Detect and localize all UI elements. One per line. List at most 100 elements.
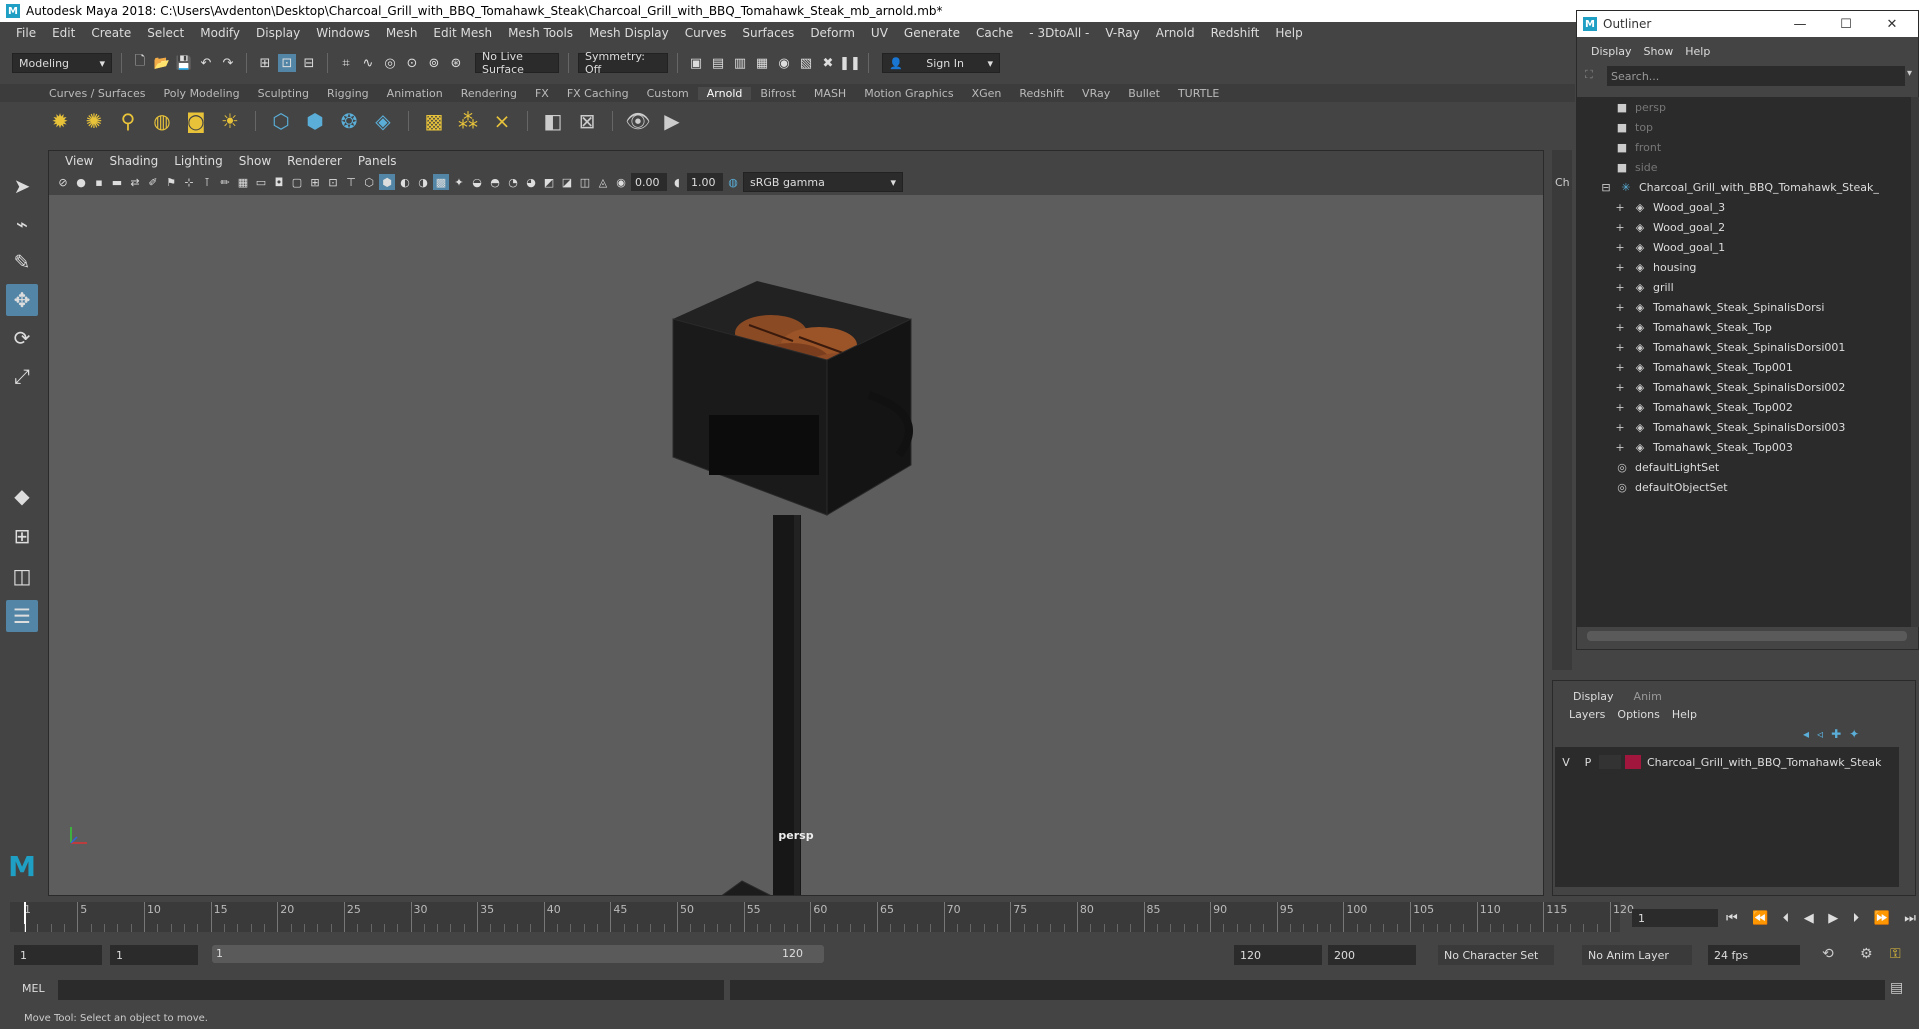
hypershade-icon[interactable]: ◉ [775,54,793,72]
shelf-tab-fx-caching[interactable]: FX Caching [558,87,638,100]
default-material-icon[interactable]: ◐ [397,174,413,190]
menu-edit[interactable]: Edit [44,26,83,40]
wireframe-icon[interactable]: ⬡ [361,174,377,190]
menu-3dtoall[interactable]: - 3DtoAll - [1021,26,1097,40]
menu-file[interactable]: File [8,26,44,40]
expand-icon[interactable]: + [1613,421,1627,434]
paint-select-tool-icon[interactable]: ✎ [6,246,38,278]
outliner-layout-icon[interactable]: ☰ [6,600,38,632]
step-forward-frame-icon[interactable]: ⏩ [1874,911,1890,926]
outliner-vertical-scrollbar[interactable] [1911,97,1919,627]
scene-end-field[interactable]: 200 [1328,945,1416,965]
outliner-item[interactable]: + ◈ Wood_goal_2 [1613,217,1725,237]
outliner-item[interactable]: + ◈ Wood_goal_3 [1613,197,1725,217]
mode-dropdown[interactable]: Modeling ▾ [12,53,112,73]
scale-tool-icon[interactable]: ⤢ [6,360,38,392]
outliner-camera-front[interactable]: ■ front [1615,137,1661,157]
pencil-icon[interactable]: ✏ [217,174,233,190]
layer-menu-layers[interactable]: Layers [1563,708,1611,721]
mel-label[interactable]: MEL [22,982,45,995]
playback-start-field[interactable]: 1 [110,945,198,965]
gamma-field[interactable]: 1.00 [687,173,723,191]
standin-icon[interactable]: ⬡ [267,107,295,135]
layer-menu-help[interactable]: Help [1666,708,1703,721]
select-hierarchy-icon[interactable]: ⊞ [256,54,274,72]
exposure-icon[interactable]: ◉ [613,174,629,190]
menu-deform[interactable]: Deform [802,26,863,40]
color-space-dropdown[interactable]: sRGB gamma ▾ [743,172,903,192]
expand-icon[interactable]: + [1613,321,1627,334]
mel-command-input[interactable] [58,980,724,1000]
outliner-menu-display[interactable]: Display [1585,45,1638,58]
play-backward-icon[interactable]: ◀ [1804,911,1814,926]
snap-curve-icon[interactable]: ∿ [359,54,377,72]
new-layer-selected-icon[interactable]: ✦ [1849,727,1859,741]
maximize-icon[interactable]: ☐ [1823,11,1869,37]
range-slider[interactable]: 1 120 [212,945,824,963]
expand-icon[interactable]: + [1613,341,1627,354]
loop-icon[interactable]: ⟲ [1822,946,1834,962]
animation-preferences-icon[interactable]: ⚙ [1860,946,1873,962]
outliner-item[interactable]: + ◈ Tomahawk_Steak_SpinalisDorsi [1613,297,1824,317]
snap-surface-icon[interactable]: ⊚ [425,54,443,72]
render-view-icon[interactable]: ▣ [687,54,705,72]
color-management-icon[interactable]: ◍ [725,174,741,190]
snap-point-icon[interactable]: ◎ [381,54,399,72]
single-view-icon[interactable]: ◆ [6,480,38,512]
layer-tab-display[interactable]: Display [1563,690,1624,703]
auto-key-icon[interactable]: ⚿ [1890,946,1901,962]
viewport-menu-panels[interactable]: Panels [350,154,405,168]
shelf-tab-sculpting[interactable]: Sculpting [249,87,318,100]
shelf-tab-rendering[interactable]: Rendering [452,87,526,100]
gamma-icon[interactable]: ◖ [669,174,685,190]
save-scene-icon[interactable]: 💾 [175,54,193,72]
mesh-light-icon[interactable]: ✺ [80,107,108,135]
3d-viewport[interactable] [49,195,1543,966]
expand-icon[interactable]: + [1613,221,1627,234]
outliner-item[interactable]: + ◈ grill [1613,277,1673,297]
expand-icon[interactable]: + [1613,381,1627,394]
playback-end-field[interactable]: 120 [1234,945,1322,965]
side-by-side-icon[interactable]: ◫ [6,560,38,592]
menu-modify[interactable]: Modify [192,26,248,40]
expand-icon[interactable]: + [1613,401,1627,414]
xray-joints-icon[interactable]: ◫ [577,174,593,190]
play-forward-icon[interactable]: ▶ [1828,911,1838,926]
xray-icon[interactable]: ◪ [559,174,575,190]
shelf-tab-animation[interactable]: Animation [378,87,452,100]
menu-vray[interactable]: V-Ray [1097,26,1147,40]
lasso-tool-icon[interactable]: ⌁ [6,208,38,240]
shelf-tab-bullet[interactable]: Bullet [1119,87,1169,100]
step-back-frame-icon[interactable]: ⏪ [1752,911,1768,926]
photometric-light-icon[interactable]: ⚲ [114,107,142,135]
viewport-menu-shading[interactable]: Shading [101,154,166,168]
outliner-item[interactable]: + ◈ Tomahawk_Steak_SpinalisDorsi003 [1613,417,1845,437]
menu-windows[interactable]: Windows [308,26,378,40]
rotate-tool-icon[interactable]: ⟳ [6,322,38,354]
screen-space-ao-icon[interactable]: ◓ [487,174,503,190]
outliner-horizontal-scrollbar[interactable] [1587,631,1907,641]
outliner-camera-side[interactable]: ■ side [1615,157,1658,177]
export-standin-icon[interactable]: ⬢ [301,107,329,135]
new-layer-icon[interactable]: ✚ [1831,727,1841,741]
layer-playback-toggle[interactable]: P [1577,756,1599,769]
script-editor-icon[interactable]: ▤ [1890,980,1903,996]
menu-surfaces[interactable]: Surfaces [734,26,802,40]
shadows-icon[interactable]: ◒ [469,174,485,190]
exposure-field[interactable]: 0.00 [631,173,667,191]
expand-icon[interactable]: + [1613,441,1627,454]
safe-title-icon[interactable]: ⊤ [343,174,359,190]
render-frame-icon[interactable]: ▤ [709,54,727,72]
image-plane-icon[interactable]: ▬ [109,174,125,190]
move-tool-icon[interactable]: ✥ [6,284,38,316]
shelf-tab-turtle[interactable]: TURTLE [1169,87,1228,100]
layer-row[interactable]: V P Charcoal_Grill_with_BBQ_Tomahawk_Ste… [1555,751,1899,773]
step-forward-key-icon[interactable]: ⏵ [1853,911,1860,926]
minimize-icon[interactable]: — [1777,11,1823,37]
expand-icon[interactable]: + [1613,301,1627,314]
film-gate-icon[interactable]: ▭ [253,174,269,190]
volume-icon[interactable]: ❂ [335,107,363,135]
xray-components-icon[interactable]: ◬ [595,174,611,190]
shelf-tab-rigging[interactable]: Rigging [318,87,378,100]
anim-layer-dropdown[interactable]: No Anim Layer [1582,945,1692,965]
